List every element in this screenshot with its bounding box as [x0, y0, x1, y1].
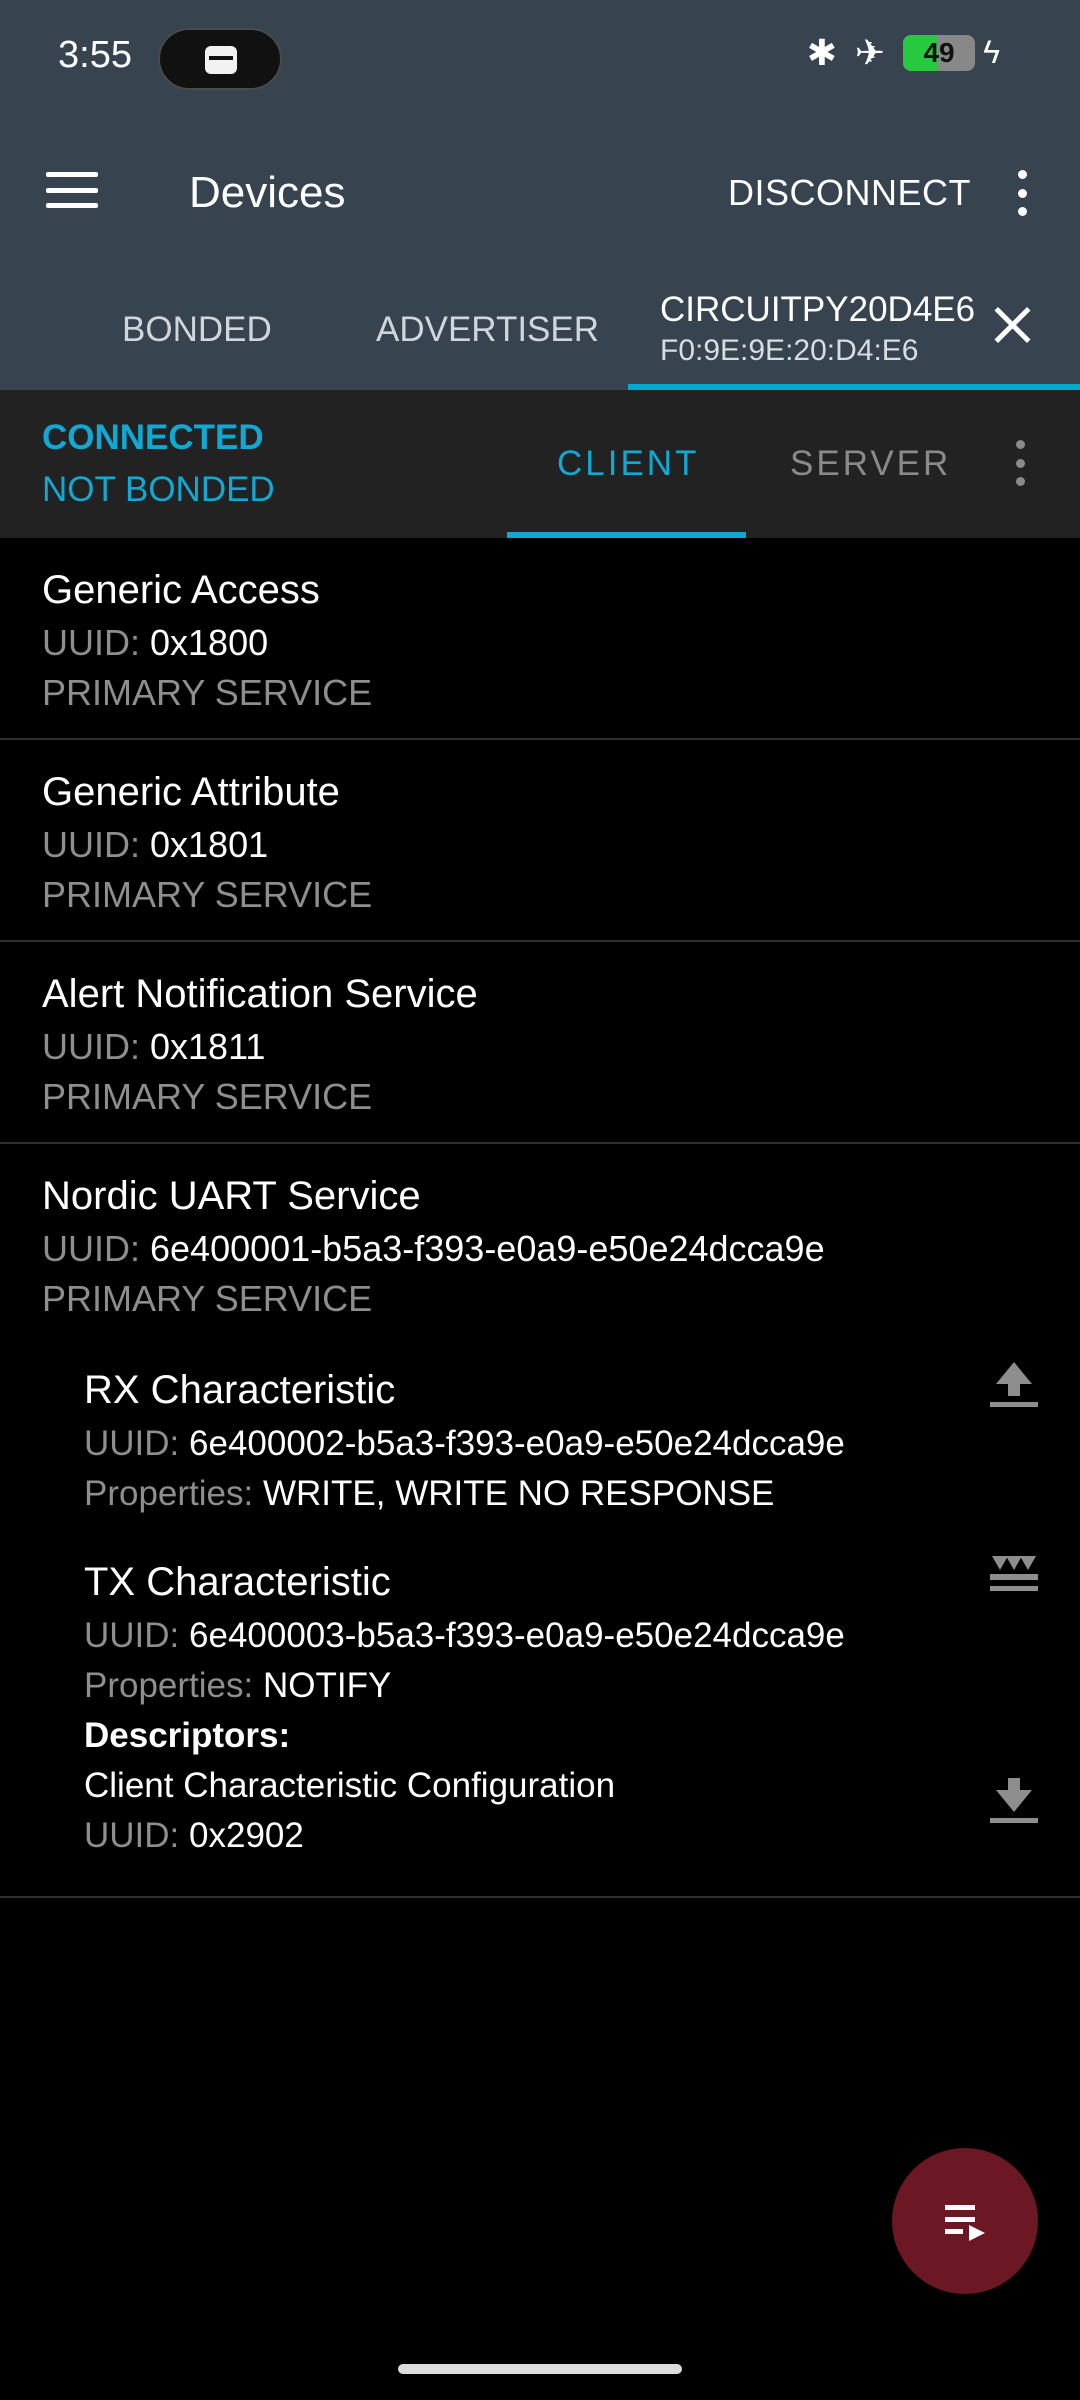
playlist-play-icon [945, 2205, 985, 2241]
service-name: Nordic UART Service [42, 1174, 421, 1218]
service-type: PRIMARY SERVICE [42, 1076, 373, 1117]
device-tabs: BONDED ADVERTISER CIRCUITPY20D4E6 F0:9E:… [0, 260, 1080, 390]
characteristic-properties: Properties: WRITE, WRITE NO RESPONSE [84, 1474, 774, 1514]
characteristic-name[interactable]: TX Characteristic [84, 1560, 391, 1605]
characteristic-properties: Properties: NOTIFY [84, 1666, 391, 1706]
disconnect-button[interactable]: DISCONNECT [728, 172, 971, 214]
uuid-value: 0x1801 [150, 824, 269, 865]
uuid-value: 0x2902 [189, 1816, 304, 1855]
service-item[interactable]: Generic Access UUID: 0x1800 PRIMARY SERV… [0, 538, 1080, 740]
service-name: Generic Attribute [42, 770, 340, 814]
page-title: Devices [189, 168, 346, 217]
uuid-label: UUID: [42, 1026, 140, 1067]
notifications-icon[interactable] [986, 1544, 1042, 1600]
tab-device[interactable]: CIRCUITPY20D4E6 F0:9E:9E:20:D4:E6 [660, 290, 975, 368]
read-icon[interactable] [986, 1770, 1042, 1826]
write-icon[interactable] [986, 1354, 1042, 1410]
bluetooth-icon: ✱ [806, 31, 837, 73]
service-item[interactable]: Nordic UART Service UUID: 6e400001-b5a3-… [0, 1144, 1080, 1898]
service-uuid: UUID: 0x1800 [42, 622, 268, 664]
uuid-value: 6e400001-b5a3-f393-e0a9-e50e24dcca9e [150, 1228, 825, 1269]
service-name: Generic Access [42, 568, 320, 612]
battery-icon: 49 [903, 34, 976, 71]
uuid-label: UUID: [84, 1424, 180, 1463]
descriptor-uuid: UUID: 0x2902 [84, 1816, 304, 1856]
app-bar: Devices DISCONNECT [0, 120, 1080, 260]
service-type: PRIMARY SERVICE [42, 1278, 373, 1319]
service-type: PRIMARY SERVICE [42, 672, 373, 713]
uuid-label: UUID: [42, 622, 140, 663]
tab-advertiser[interactable]: ADVERTISER [376, 310, 599, 350]
system-icons: ✱ ✈ 49 ϟ [807, 34, 1000, 71]
more-options-icon[interactable] [1010, 440, 1030, 486]
uuid-value: 6e400002-b5a3-f393-e0a9-e50e24dcca9e [189, 1424, 845, 1463]
tab-client[interactable]: CLIENT [557, 444, 699, 484]
tab-server[interactable]: SERVER [790, 444, 951, 484]
uuid-value: 0x1800 [150, 622, 269, 663]
uuid-label: UUID: [84, 1816, 180, 1855]
bond-status: NOT BONDED [42, 470, 275, 509]
uuid-value: 6e400003-b5a3-f393-e0a9-e50e24dcca9e [189, 1616, 845, 1655]
properties-label: Properties: [84, 1666, 254, 1705]
wallet-pill[interactable] [158, 28, 282, 90]
battery-level: 49 [923, 36, 955, 68]
status-time: 3:55 [58, 34, 132, 76]
characteristic-uuid: UUID: 6e400003-b5a3-f393-e0a9-e50e24dcca… [84, 1616, 845, 1656]
service-uuid: UUID: 0x1811 [42, 1026, 265, 1068]
descriptors-heading: Descriptors: [84, 1716, 291, 1755]
airplane-icon: ✈ [854, 31, 886, 73]
wallet-icon [205, 46, 237, 74]
descriptor-name[interactable]: Client Characteristic Configuration [84, 1766, 615, 1806]
close-icon[interactable] [992, 304, 1032, 344]
service-uuid: UUID: 0x1801 [42, 824, 268, 866]
uuid-value: 0x1811 [150, 1026, 266, 1067]
connection-bar: CONNECTED NOT BONDED CLIENT SERVER [0, 390, 1080, 538]
properties-value: NOTIFY [262, 1666, 392, 1705]
menu-icon[interactable] [46, 172, 98, 208]
service-item[interactable]: Generic Attribute UUID: 0x1801 PRIMARY S… [0, 740, 1080, 942]
uuid-label: UUID: [84, 1616, 180, 1655]
more-options-icon[interactable] [1012, 170, 1032, 216]
connection-status: CONNECTED [42, 418, 264, 457]
device-name: CIRCUITPY20D4E6 [660, 290, 976, 329]
tab-bonded[interactable]: BONDED [122, 310, 272, 350]
charging-icon: ϟ [983, 34, 1000, 70]
home-indicator[interactable] [398, 2364, 682, 2374]
service-item[interactable]: Alert Notification Service UUID: 0x1811 … [0, 942, 1080, 1144]
uuid-label: UUID: [42, 824, 140, 865]
service-name: Alert Notification Service [42, 972, 478, 1016]
characteristic-name[interactable]: RX Characteristic [84, 1368, 395, 1413]
log-button[interactable] [892, 2148, 1038, 2294]
uuid-label: UUID: [42, 1228, 140, 1269]
service-uuid: UUID: 6e400001-b5a3-f393-e0a9-e50e24dcca… [42, 1228, 825, 1270]
characteristic-uuid: UUID: 6e400002-b5a3-f393-e0a9-e50e24dcca… [84, 1424, 845, 1464]
properties-label: Properties: [84, 1474, 254, 1513]
device-address: F0:9E:9E:20:D4:E6 [660, 334, 919, 367]
status-bar: 3:55 ✱ ✈ 49 ϟ [0, 0, 1080, 120]
service-type: PRIMARY SERVICE [42, 874, 373, 915]
properties-value: WRITE, WRITE NO RESPONSE [262, 1474, 775, 1513]
